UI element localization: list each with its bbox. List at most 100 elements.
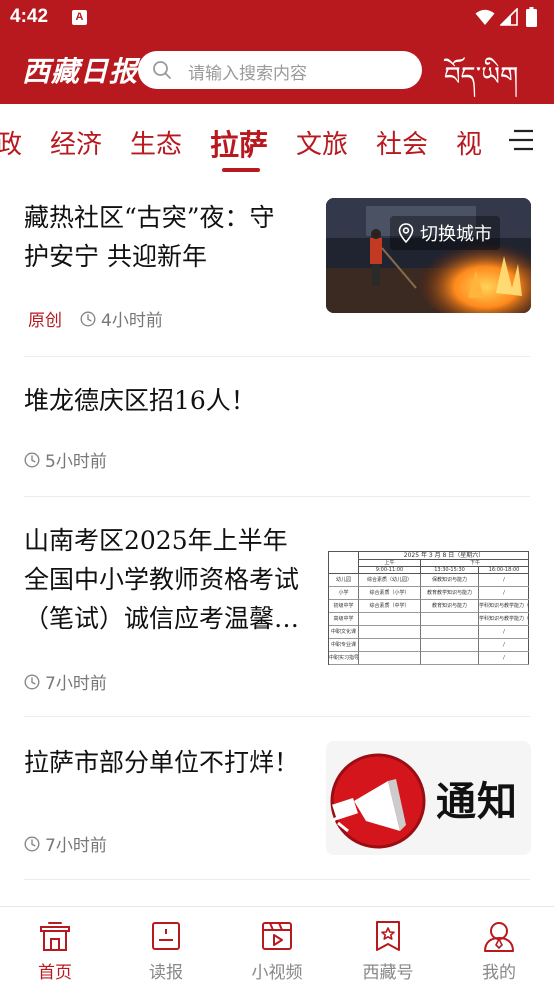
user-icon <box>484 922 514 952</box>
nav-label: 西藏号 <box>362 963 414 983</box>
video-icon <box>262 922 292 950</box>
table-cell: 中职文化课 <box>329 626 359 639</box>
clock-icon <box>24 835 40 852</box>
news-thumbnail: 2025 年 3 月 8 日（星期六） 上午 下午 9:00-11:00 13:… <box>326 549 531 667</box>
news-time: 4小时前 <box>101 311 163 331</box>
table-cell: / <box>479 652 529 665</box>
original-badge: 原创 <box>28 311 62 331</box>
news-item[interactable]: 藏热社区“古突”夜：守 护安宁 共迎新年 原创 4小时前 切换城市 <box>0 176 554 356</box>
news-title-line: 拉萨市部分单位不打烊！ <box>24 748 300 777</box>
switch-city-button[interactable]: 切换城市 <box>390 216 500 250</box>
nav-label: 读报 <box>149 963 183 983</box>
nav-xizang-hao[interactable]: 西藏号 <box>333 907 443 984</box>
search-bar[interactable]: 请输入搜索内容 <box>138 51 422 89</box>
clock-icon <box>24 673 40 690</box>
bookmark-icon <box>376 921 400 951</box>
news-title-line: 堆龙德庆区招16人！ <box>24 386 256 415</box>
exam-schedule-table: 2025 年 3 月 8 日（星期六） 上午 下午 9:00-11:00 13:… <box>328 551 529 665</box>
bottom-navigation: 首页 读报 小视频 西藏号 我的 <box>0 906 554 984</box>
news-time: 7小时前 <box>45 674 107 694</box>
table-cell: 中职专业课 <box>329 639 359 652</box>
table-cell: 学科知识与教学能力（高级中学） <box>479 613 529 626</box>
news-thumbnail: 切换城市 <box>326 198 531 313</box>
table-col-time: 16:00-18:00 <box>479 567 529 574</box>
signal-icon <box>500 8 518 26</box>
news-item[interactable]: 拉萨市部分单位不打烊！ 7小时前 通知 <box>0 717 554 879</box>
nav-home[interactable]: 首页 <box>0 907 110 984</box>
table-cell: 综合素质（幼儿园） <box>359 574 421 587</box>
tab-ecology[interactable]: 生态 <box>130 124 182 161</box>
search-icon <box>153 61 171 79</box>
news-item[interactable]: 堆龙德庆区招16人！ 5小时前 <box>0 357 554 497</box>
news-title: 藏热社区“古突”夜：守 护安宁 共迎新年 <box>24 198 275 276</box>
table-col-time: 9:00-11:00 <box>359 567 421 574</box>
table-cell: 保教知识与能力 <box>421 574 479 587</box>
location-pin-icon <box>398 223 414 243</box>
tab-society[interactable]: 社会 <box>376 124 428 161</box>
table-cell: 中职实习指导 <box>329 652 359 665</box>
table-cell <box>421 626 479 639</box>
table-cell <box>359 626 421 639</box>
news-title: 山南考区2025年上半年 全国中小学教师资格考试 （笔试）诚信应考温馨… <box>24 521 299 638</box>
status-time: 4:42 <box>10 6 49 27</box>
tab-politics[interactable]: 政 <box>0 124 22 161</box>
divider <box>24 879 530 880</box>
news-meta: 原创 4小时前 <box>24 306 163 331</box>
table-col-label: 上午 <box>359 560 421 567</box>
clock-icon <box>80 310 96 327</box>
table-cell: 初级中学 <box>329 600 359 613</box>
table-cell <box>421 652 479 665</box>
news-time: 7小时前 <box>45 836 107 856</box>
menu-icon[interactable] <box>508 128 534 152</box>
nav-label: 首页 <box>38 963 72 983</box>
nav-profile[interactable]: 我的 <box>444 907 554 984</box>
table-cell: / <box>479 587 529 600</box>
news-title-line: （笔试）诚信应考温馨… <box>24 604 300 633</box>
table-cell: / <box>479 574 529 587</box>
newspaper-icon <box>152 922 180 950</box>
news-title-line: 藏热社区“古突”夜：守 <box>24 203 275 232</box>
battery-icon <box>526 7 537 27</box>
table-cell: / <box>479 626 529 639</box>
nav-label: 我的 <box>482 963 516 983</box>
category-tabs: 政 经济 生态 拉萨 文旅 社会 视 <box>0 104 554 176</box>
table-cell: 高级中学 <box>329 613 359 626</box>
table-col-label: 下午 <box>421 560 529 567</box>
news-time: 5小时前 <box>45 452 107 472</box>
news-thumbnail: 通知 <box>326 741 531 855</box>
news-title-line: 全国中小学教师资格考试 <box>24 565 300 594</box>
table-cell: 幼儿园 <box>329 574 359 587</box>
news-title-line: 山南考区2025年上半年 <box>24 526 288 555</box>
nav-newspaper[interactable]: 读报 <box>111 907 221 984</box>
news-meta: 7小时前 <box>24 831 107 856</box>
tab-lhasa[interactable]: 拉萨 <box>210 122 268 164</box>
table-cell: 学科知识与教学能力（初级中学） <box>479 600 529 613</box>
table-cell: 综合素质（小学） <box>359 587 421 600</box>
table-cell <box>359 639 421 652</box>
table-col-time: 13:30-15:30 <box>421 567 479 574</box>
table-cell <box>421 613 479 626</box>
notice-word: 通知 <box>436 779 518 825</box>
table-cell <box>421 639 479 652</box>
app-logo[interactable]: 西藏日报 <box>22 50 138 90</box>
search-placeholder: 请输入搜索内容 <box>188 64 307 84</box>
table-cell: 教育教学知识与能力 <box>421 587 479 600</box>
notification-a-icon: A <box>72 10 87 25</box>
news-item[interactable]: 山南考区2025年上半年 全国中小学教师资格考试 （笔试）诚信应考温馨… 7小时… <box>0 497 554 717</box>
news-title: 拉萨市部分单位不打烊！ <box>24 743 299 782</box>
table-cell: 综合素质（中学） <box>359 600 421 613</box>
table-date: 2025 年 3 月 8 日（星期六） <box>359 552 529 560</box>
switch-city-label: 切换城市 <box>420 224 492 245</box>
news-title: 堆龙德庆区招16人！ <box>24 381 256 420</box>
news-meta: 5小时前 <box>24 447 107 472</box>
news-meta: 7小时前 <box>24 669 107 694</box>
app-header: 4:42 A 西藏日报 请输入搜索内容 བོད་ཡིག <box>0 0 554 104</box>
status-bar: 4:42 A <box>0 0 554 36</box>
table-cell: 教育知识与能力 <box>421 600 479 613</box>
nav-short-video[interactable]: 小视频 <box>222 907 332 984</box>
table-cell <box>359 652 421 665</box>
tab-culture-tourism[interactable]: 文旅 <box>296 124 348 161</box>
wifi-icon <box>475 9 495 25</box>
tab-video[interactable]: 视 <box>456 124 482 161</box>
tab-economy[interactable]: 经济 <box>50 124 102 161</box>
